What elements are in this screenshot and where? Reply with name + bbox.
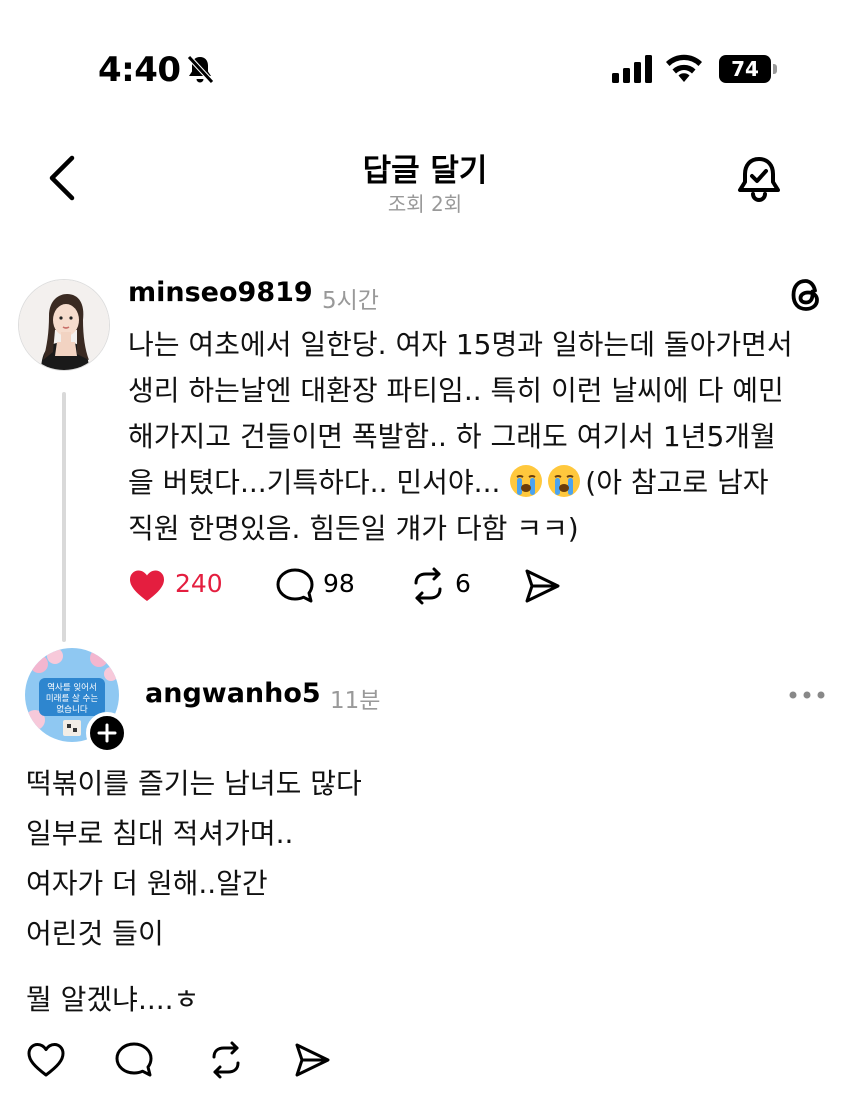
- battery-level: 74: [731, 57, 759, 81]
- view-count: 조회 2회: [387, 192, 463, 216]
- post-text-line: 나는 여초에서 일한당. 여자 15명과 일하는데 돌아가면서: [128, 328, 793, 361]
- share-send-icon[interactable]: [522, 566, 562, 606]
- reply-text-line: 여자가 더 원해..알간: [26, 867, 268, 900]
- post-text-segment: 을 버텼다...기특하다.. 민서야...: [128, 466, 501, 499]
- cellular-signal-icon: [612, 55, 652, 83]
- avatar[interactable]: [18, 279, 110, 371]
- reply-text-line: 떡볶이를 즐기는 남녀도 많다: [26, 767, 362, 800]
- avatar-text-line: 역사를 잊어서: [47, 682, 97, 693]
- notification-bell-check-icon[interactable]: [734, 154, 784, 206]
- thread-connector-line: [62, 392, 66, 642]
- post-text-segment: (아 참고로 남자: [585, 466, 769, 499]
- heart-outline-icon[interactable]: [26, 1040, 66, 1080]
- status-time: 4:40: [98, 50, 181, 90]
- post-text-line: 직원 한명있음. 힘든일 걔가 다함 ㅋㅋ): [128, 512, 579, 545]
- avatar-text-line: 없습니다: [56, 704, 87, 715]
- heart-filled-icon[interactable]: [127, 566, 167, 606]
- follow-plus-button[interactable]: [86, 712, 128, 754]
- reply-bubble-icon[interactable]: [275, 566, 315, 606]
- reply-username[interactable]: angwanho5: [145, 678, 321, 709]
- wifi-icon: [666, 54, 702, 82]
- reply-text-line: 뭘 알겠냐....ㅎ: [26, 983, 200, 1016]
- post-username[interactable]: minseo9819: [128, 277, 313, 308]
- share-send-icon[interactable]: [292, 1040, 332, 1080]
- avatar-text-line: 미래를 살 수는: [46, 694, 99, 704]
- plus-icon: [97, 723, 117, 743]
- reply-text-line: 일부로 침대 적셔가며..: [26, 817, 294, 850]
- post-time: 5시간: [322, 288, 379, 314]
- reply-time: 11분: [330, 688, 381, 714]
- repost-count: 6: [455, 569, 471, 598]
- post-text-line-with-emoji: 을 버텼다...기특하다.. 민서야... (아 참고로 남자: [128, 460, 828, 506]
- bell-muted-icon: [187, 55, 214, 84]
- like-count: 240: [175, 569, 223, 598]
- battery-indicator: 74: [719, 55, 779, 83]
- threads-logo-icon[interactable]: [786, 275, 826, 315]
- reply-text-line: 어린것 들이: [26, 917, 164, 950]
- repost-icon[interactable]: [408, 566, 448, 606]
- post-text-line: 생리 하는날엔 대환장 파티임.. 특히 이런 날씨에 다 예민: [128, 374, 784, 407]
- post-body: 나는 여초에서 일한당. 여자 15명과 일하는데 돌아가면서 생리 하는날엔 …: [128, 322, 828, 552]
- repost-icon[interactable]: [206, 1040, 246, 1080]
- loudly-crying-face-icon: [510, 465, 543, 497]
- post-text-line: 해가지고 건들이면 폭발함.. 하 그래도 여기서 1년5개월: [128, 420, 776, 453]
- more-options-icon[interactable]: [788, 690, 828, 700]
- page-title: 답글 달기: [362, 153, 488, 189]
- reply-bubble-icon[interactable]: [114, 1040, 154, 1080]
- reply-count: 98: [323, 569, 355, 598]
- loudly-crying-face-icon: [548, 465, 581, 497]
